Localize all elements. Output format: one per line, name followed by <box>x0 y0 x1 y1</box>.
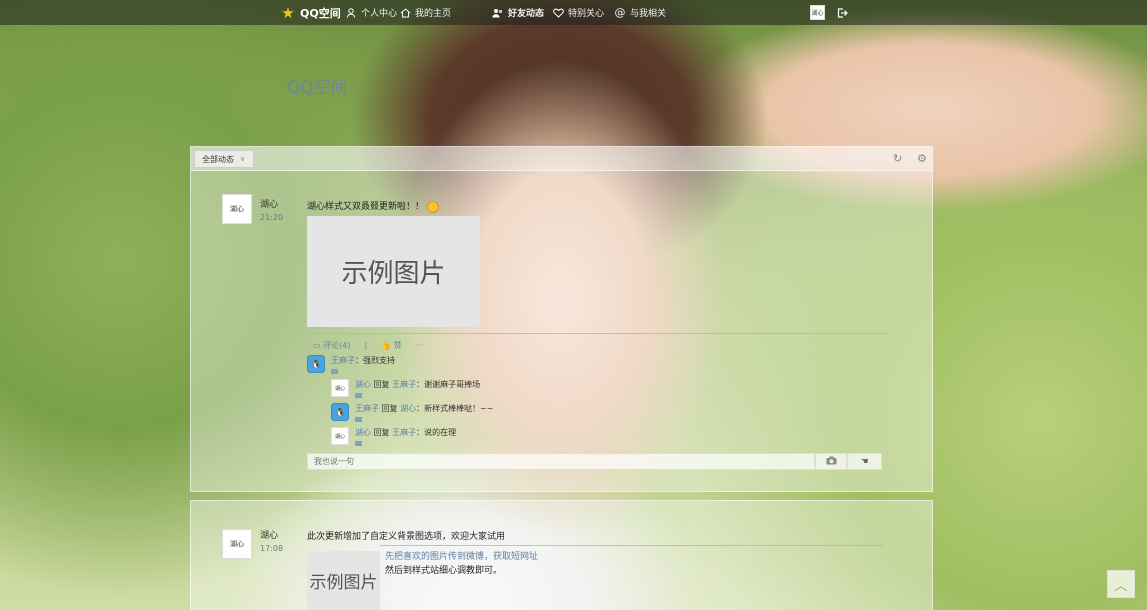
reply-icon[interactable] <box>355 393 362 398</box>
logout-button[interactable] <box>836 0 848 25</box>
chevron-down-icon: ∨ <box>240 155 246 163</box>
nav-personal-center[interactable]: 个人中心 <box>345 0 397 25</box>
comment-author[interactable]: 王麻子 <box>331 356 355 365</box>
post-author-name[interactable]: 湖心 <box>260 528 278 541</box>
nav-related-to-me[interactable]: @ 与我相关 <box>614 0 667 25</box>
nav-label: 与我相关 <box>630 9 667 19</box>
post-author-name[interactable]: 湖心 <box>260 197 278 210</box>
comment-icon: ▭ <box>313 341 321 350</box>
comment-reply: 湖心 湖心 回复 王麻子：谢谢麻子哥捧场 <box>331 379 480 398</box>
nav-friends-feed[interactable]: 好友动态 <box>492 0 544 25</box>
post-text: 此次更新增加了自定义背景图选项，欢迎大家试用 <box>307 532 506 542</box>
reply-author-avatar[interactable]: 湖心 <box>331 427 349 445</box>
star-icon: ★ <box>281 3 295 22</box>
nav-label: 我的主页 <box>415 9 452 19</box>
smile-emoji-icon <box>427 200 440 213</box>
reply-verb: 回复 <box>373 380 390 389</box>
qq-penguin-avatar[interactable]: 🐧 <box>331 403 349 421</box>
feed-card: 全部动态 ∨ ↻ ⚙ <box>190 146 933 492</box>
feed-header: 全部动态 ∨ ↻ ⚙ <box>191 147 932 171</box>
page-title: QQ空间 <box>287 78 348 98</box>
comment-author[interactable]: 湖心 <box>355 380 371 389</box>
reply-target[interactable]: 王麻子 <box>392 380 416 389</box>
reply-verb: 回复 <box>381 404 398 413</box>
more-button[interactable]: ··· <box>416 341 424 350</box>
person-icon <box>345 7 357 19</box>
post-time: 21:20 <box>260 213 284 222</box>
nav-label: 个人中心 <box>361 9 398 19</box>
comment-text: 说的在理 <box>424 428 457 437</box>
post-actions: ▭ 评论(4) | 👍 赞 ··· <box>313 340 423 351</box>
comment-text: 新样式棒棒哒！~~ <box>424 404 494 413</box>
action-separator: | <box>364 341 368 350</box>
nav-label: 特别关心 <box>568 9 605 19</box>
photo-upload-button[interactable] <box>815 453 847 470</box>
user-avatar: 湖心 <box>810 5 825 20</box>
friends-icon <box>492 7 504 19</box>
post-author-avatar[interactable]: 湖心 <box>222 194 252 224</box>
reply-icon[interactable] <box>355 441 362 446</box>
qq-penguin-avatar[interactable]: 🐧 <box>307 355 325 373</box>
reply-icon[interactable] <box>331 369 338 374</box>
logout-icon <box>836 7 848 19</box>
like-label: 赞 <box>393 341 402 350</box>
reply-verb: 回复 <box>373 428 390 437</box>
reply-author-avatar[interactable]: 湖心 <box>331 379 349 397</box>
comment-input[interactable] <box>307 453 815 470</box>
send-button[interactable]: ☚ <box>847 453 882 470</box>
qzone-logo[interactable]: ★ QQ空间 <box>280 0 341 25</box>
comment-text: 强烈支持 <box>363 356 395 365</box>
post-image[interactable]: 示例图片 <box>307 551 380 610</box>
comment-text: 谢谢麻子哥捧场 <box>424 380 481 389</box>
comment-reply: 湖心 湖心 回复 王麻子：说的在理 <box>331 427 456 446</box>
post-author-avatar[interactable]: 湖心 <box>222 529 252 559</box>
post-image[interactable]: 示例图片 <box>307 216 480 327</box>
comment-reply: 🐧 王麻子 回复 湖心：新样式棒棒哒！~~ <box>331 403 494 422</box>
chevron-up-icon: ︿ <box>1114 578 1128 594</box>
divider <box>380 545 883 546</box>
post-link[interactable]: 先把喜欢的图片传到微博，获取短网址 <box>385 549 538 562</box>
post-extra-text: 然后到样式站细心调教即可。 <box>385 566 503 576</box>
feed-filter-dropdown[interactable]: 全部动态 ∨ <box>194 150 254 168</box>
feed-card <box>190 500 933 610</box>
reply-icon[interactable] <box>355 417 362 422</box>
gear-icon[interactable]: ⚙ <box>917 152 927 165</box>
refresh-icon[interactable]: ↻ <box>893 152 902 165</box>
comment-count: 评论(4) <box>323 341 351 350</box>
comment-author[interactable]: 王麻子 <box>355 404 379 413</box>
nav-special-care[interactable]: 特别关心 <box>552 0 604 25</box>
comment-author[interactable]: 湖心 <box>355 428 371 437</box>
nav-label: 好友动态 <box>508 9 545 19</box>
post-text-content: 湖心样式又双叒叕更新啦！！ <box>307 202 425 212</box>
comment-button[interactable]: ▭ 评论(4) <box>313 340 350 351</box>
post-time: 17:08 <box>260 544 284 553</box>
reply-target[interactable]: 王麻子 <box>392 428 416 437</box>
user-avatar-button[interactable]: 湖心 <box>810 0 825 25</box>
heart-icon <box>552 7 564 19</box>
nav-my-homepage[interactable]: 我的主页 <box>399 0 451 25</box>
logo-text: QQ空间 <box>300 6 341 20</box>
camera-icon <box>826 456 837 468</box>
at-icon: @ <box>614 6 626 19</box>
post-text: 湖心样式又双叒叕更新啦！！ <box>307 199 440 213</box>
divider <box>307 333 888 334</box>
filter-label: 全部动态 <box>202 154 234 164</box>
reply-target[interactable]: 湖心 <box>400 404 416 413</box>
pointing-hand-icon: ☚ <box>860 456 869 467</box>
like-button[interactable]: 👍 赞 <box>381 340 402 351</box>
home-icon <box>399 7 411 19</box>
comment-item: 🐧 王麻子：强烈支持 <box>307 355 395 374</box>
top-nav-bar: ★ QQ空间 个人中心 我的主页 好友动态 特别关心 @ 与我相关 湖心 <box>0 0 1147 25</box>
thumbs-up-icon: 👍 <box>381 341 392 350</box>
back-to-top-button[interactable]: ︿ <box>1107 570 1135 598</box>
